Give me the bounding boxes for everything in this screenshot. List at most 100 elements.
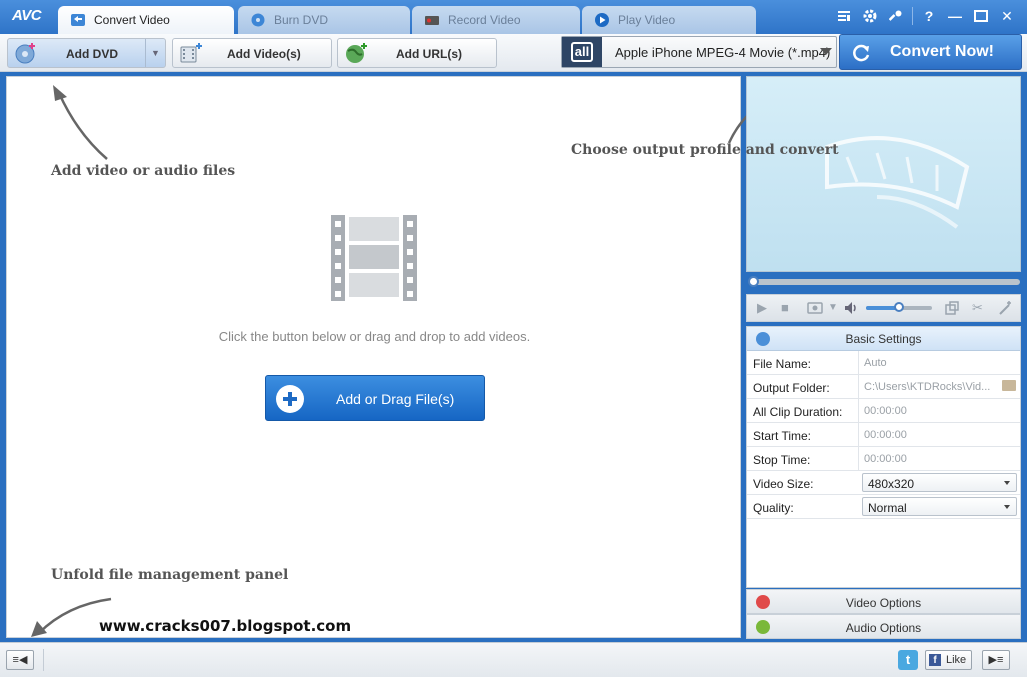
video-options-bar[interactable]: Video Options xyxy=(746,589,1021,614)
toolbar: Add DVD ▼ Add Video(s) Add URL(s) all Ap… xyxy=(0,34,1027,72)
status-bar: ≡◀ t f Like ▶≡ xyxy=(0,642,1027,677)
seek-handle[interactable] xyxy=(748,276,759,287)
chevron-down-icon xyxy=(820,48,832,55)
basic-settings-header[interactable]: Basic Settings xyxy=(747,327,1020,351)
title-bar: AVC Convert Video Burn DVD Record Video … xyxy=(0,0,1027,34)
hint-unfold-panel: Unfold file management panel xyxy=(51,567,289,583)
chevron-down-icon[interactable]: ▼ xyxy=(828,300,838,316)
seek-bar[interactable] xyxy=(746,276,1021,288)
file-name-field[interactable]: Auto xyxy=(858,351,1020,374)
file-drop-area[interactable]: Add video or audio files Click the butto… xyxy=(6,76,807,638)
add-video-label: Add Video(s) xyxy=(227,47,301,61)
stop-time-field[interactable]: 00:00:00 xyxy=(858,447,1020,470)
convert-now-button[interactable]: Convert Now! xyxy=(839,34,1022,70)
setting-row-stop-time: Stop Time: 00:00:00 xyxy=(747,447,1020,471)
chevron-down-icon xyxy=(1004,481,1010,485)
gear-icon[interactable] xyxy=(860,6,880,26)
film-strip-icon xyxy=(331,215,417,301)
app-logo: AVC xyxy=(12,7,42,24)
tab-play-video[interactable]: Play Video xyxy=(582,6,756,34)
setting-row-clip-duration: All Clip Duration: 00:00:00 xyxy=(747,399,1020,423)
arrow-icon xyxy=(53,85,108,160)
stop-icon[interactable]: ■ xyxy=(781,300,789,316)
twitter-icon[interactable]: t xyxy=(898,650,918,670)
convert-icon xyxy=(71,14,85,26)
close-icon[interactable]: ✕ xyxy=(997,6,1017,26)
divider xyxy=(912,7,913,25)
like-label: Like xyxy=(946,654,967,666)
setting-row-start-time: Start Time: 00:00:00 xyxy=(747,423,1020,447)
tab-burn-dvd[interactable]: Burn DVD xyxy=(238,6,410,34)
setting-label: All Clip Duration: xyxy=(753,405,843,419)
facebook-icon: f xyxy=(929,654,941,666)
tab-convert-video[interactable]: Convert Video xyxy=(58,6,234,34)
wand-icon[interactable] xyxy=(997,300,1013,316)
key-icon[interactable] xyxy=(886,6,906,26)
basic-settings-panel: Basic Settings File Name: Auto Output Fo… xyxy=(746,326,1021,588)
start-time-field[interactable]: 00:00:00 xyxy=(858,423,1020,446)
add-url-button[interactable]: Add URL(s) xyxy=(337,38,497,68)
seek-track xyxy=(750,279,1020,285)
setting-value: Auto xyxy=(864,357,887,369)
chevron-down-icon[interactable]: ▼ xyxy=(145,39,165,67)
setting-row-file-name: File Name: Auto xyxy=(747,351,1020,375)
hint-add-files: Add video or audio files xyxy=(51,163,236,179)
profile-label: Apple iPhone MPEG-4 Movie (*.mp4) xyxy=(615,45,831,60)
tab-record-video[interactable]: Record Video xyxy=(412,6,580,34)
menu-icon[interactable] xyxy=(834,6,854,26)
setting-label: File Name: xyxy=(753,357,812,371)
add-or-drag-label: Add or Drag File(s) xyxy=(336,391,455,407)
profile-icon-text: all xyxy=(570,42,594,62)
profile-icon: all xyxy=(562,37,602,67)
add-dvd-button[interactable]: Add DVD ▼ xyxy=(7,38,166,68)
tab-label: Record Video xyxy=(448,13,521,27)
globe-add-icon xyxy=(346,43,367,63)
maximize-icon[interactable] xyxy=(971,6,991,26)
add-url-label: Add URL(s) xyxy=(396,47,462,61)
audio-options-bar[interactable]: Audio Options xyxy=(746,614,1021,639)
dvd-add-icon xyxy=(15,43,35,64)
setting-row-video-size: Video Size: 480x320 xyxy=(747,471,1020,495)
add-dvd-label: Add DVD xyxy=(66,47,118,61)
setting-label: Stop Time: xyxy=(753,453,811,467)
folder-icon[interactable] xyxy=(1002,380,1016,391)
minimize-icon[interactable]: — xyxy=(945,6,965,26)
setting-value: Normal xyxy=(868,501,907,515)
drop-instruction: Click the button below or drag and drop … xyxy=(218,329,531,344)
output-profile-select[interactable]: all Apple iPhone MPEG-4 Movie (*.mp4) xyxy=(561,36,837,68)
video-size-select[interactable]: 480x320 xyxy=(862,473,1017,492)
setting-label: Start Time: xyxy=(753,429,812,443)
hint-choose-profile: Choose output profile and convert xyxy=(571,142,839,158)
setting-row-output-folder: Output Folder: C:\Users\KTDRocks\Vid... xyxy=(747,375,1020,399)
unfold-preview-button[interactable]: ▶≡ xyxy=(982,650,1010,670)
add-or-drag-files-button[interactable]: Add or Drag File(s) xyxy=(265,375,485,421)
play-icon[interactable]: ▶ xyxy=(757,300,767,316)
volume-handle[interactable] xyxy=(894,302,904,312)
record-icon xyxy=(425,16,439,25)
unfold-panel-button[interactable]: ≡◀ xyxy=(6,650,34,670)
basic-settings-title: Basic Settings xyxy=(845,332,922,346)
player-controls: ▶ ■ ▼ ✂ xyxy=(746,294,1021,322)
output-folder-field[interactable]: C:\Users\KTDRocks\Vid... xyxy=(858,375,1020,398)
quality-select[interactable]: Normal xyxy=(862,497,1017,516)
refresh-icon xyxy=(853,44,870,62)
setting-value: 00:00:00 xyxy=(864,405,907,417)
help-icon[interactable]: ? xyxy=(919,6,939,26)
divider xyxy=(43,649,44,671)
add-video-button[interactable]: Add Video(s) xyxy=(172,38,332,68)
setting-label: Video Size: xyxy=(753,477,814,491)
facebook-like-button[interactable]: f Like xyxy=(925,650,972,670)
tab-label: Burn DVD xyxy=(274,13,329,27)
film-add-icon xyxy=(180,43,202,63)
volume-slider[interactable] xyxy=(866,302,932,312)
film-reel-icon xyxy=(825,136,970,229)
tab-label: Convert Video xyxy=(94,13,170,27)
plus-icon xyxy=(276,385,304,413)
setting-value: 00:00:00 xyxy=(864,453,907,465)
crop-icon[interactable] xyxy=(944,300,960,316)
camera-icon[interactable] xyxy=(807,300,823,316)
video-preview xyxy=(746,76,1021,272)
volume-icon[interactable] xyxy=(843,300,859,316)
scissors-icon[interactable]: ✂ xyxy=(972,300,983,316)
setting-row-quality: Quality: Normal xyxy=(747,495,1020,519)
